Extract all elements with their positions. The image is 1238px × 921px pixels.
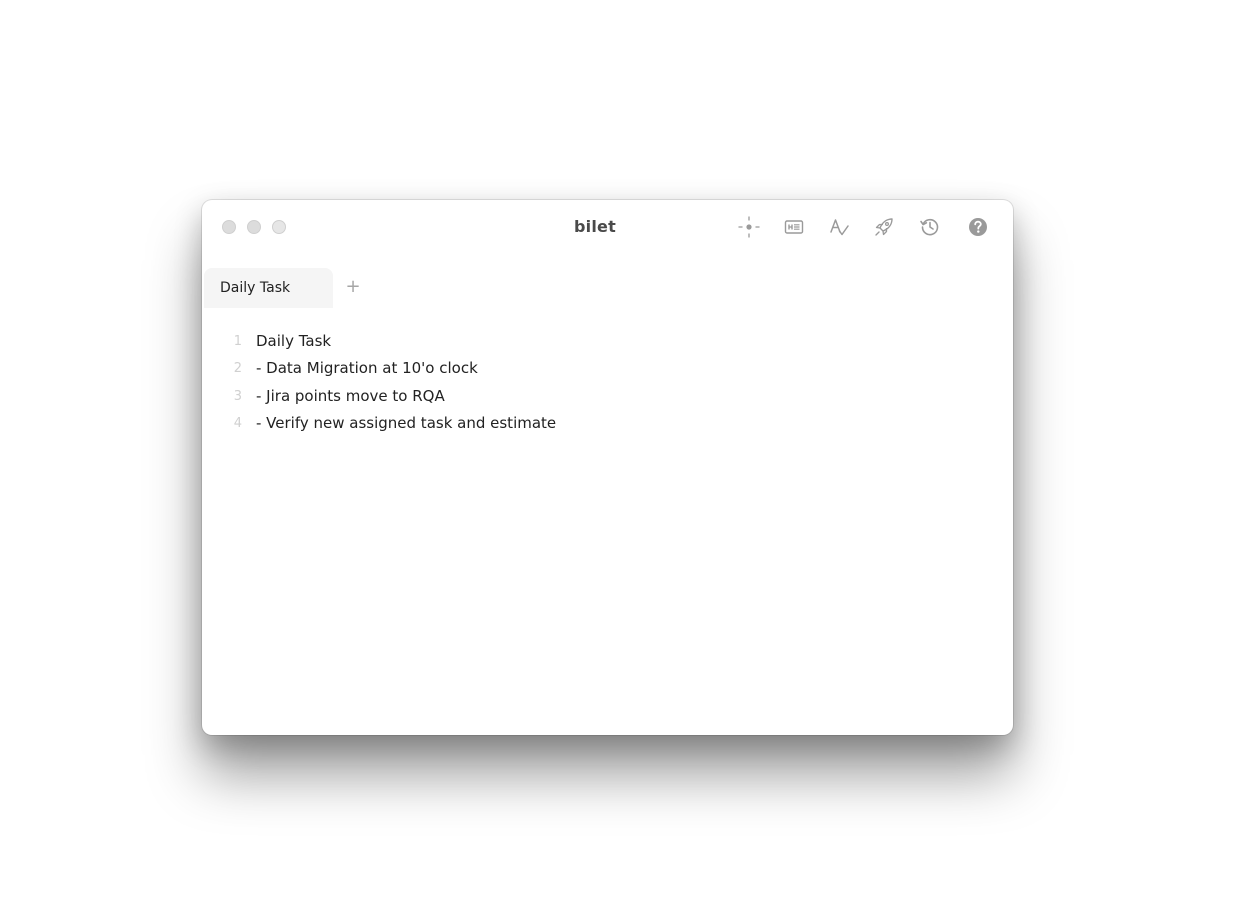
- focus-icon: [738, 216, 760, 238]
- line-number: 4: [233, 415, 242, 431]
- history-icon: [920, 218, 939, 236]
- line-text[interactable]: - Jira points move to RQA: [256, 383, 445, 410]
- line-text[interactable]: - Verify new assigned task and estimate: [256, 410, 556, 437]
- line-text[interactable]: - Data Migration at 10'o clock: [256, 355, 478, 382]
- editor-line[interactable]: 2 - Data Migration at 10'o clock: [202, 355, 1013, 382]
- add-tab-button[interactable]: +: [343, 277, 363, 297]
- line-number: 2: [233, 361, 242, 377]
- rocket-icon: [875, 218, 893, 236]
- preview-button[interactable]: [781, 214, 807, 240]
- spellcheck-button[interactable]: [826, 214, 852, 240]
- line-number: 1: [233, 334, 242, 349]
- focus-button[interactable]: [736, 214, 762, 240]
- tab-daily-task[interactable]: Daily Task: [204, 268, 333, 308]
- publish-button[interactable]: [871, 214, 897, 240]
- spellcheck-icon: [830, 219, 849, 236]
- preview-icon: [784, 220, 804, 234]
- help-icon: [969, 218, 987, 236]
- editor-line[interactable]: 1 Daily Task: [202, 328, 1013, 355]
- editor-line[interactable]: 3 - Jira points move to RQA: [202, 383, 1013, 410]
- help-button[interactable]: [965, 214, 991, 240]
- text-editor[interactable]: 1 Daily Task 2 - Data Migration at 10'o …: [202, 328, 1013, 735]
- history-button[interactable]: [917, 214, 943, 240]
- line-number: 3: [233, 388, 242, 404]
- tab-bar: Daily Task +: [202, 268, 1013, 308]
- line-text[interactable]: Daily Task: [256, 328, 331, 355]
- app-window: bilet Daily Task + 1 Daily Task 2 - Data…: [202, 200, 1013, 735]
- editor-line[interactable]: 4 - Verify new assigned task and estimat…: [202, 410, 1013, 437]
- title-bar[interactable]: bilet: [202, 200, 1013, 254]
